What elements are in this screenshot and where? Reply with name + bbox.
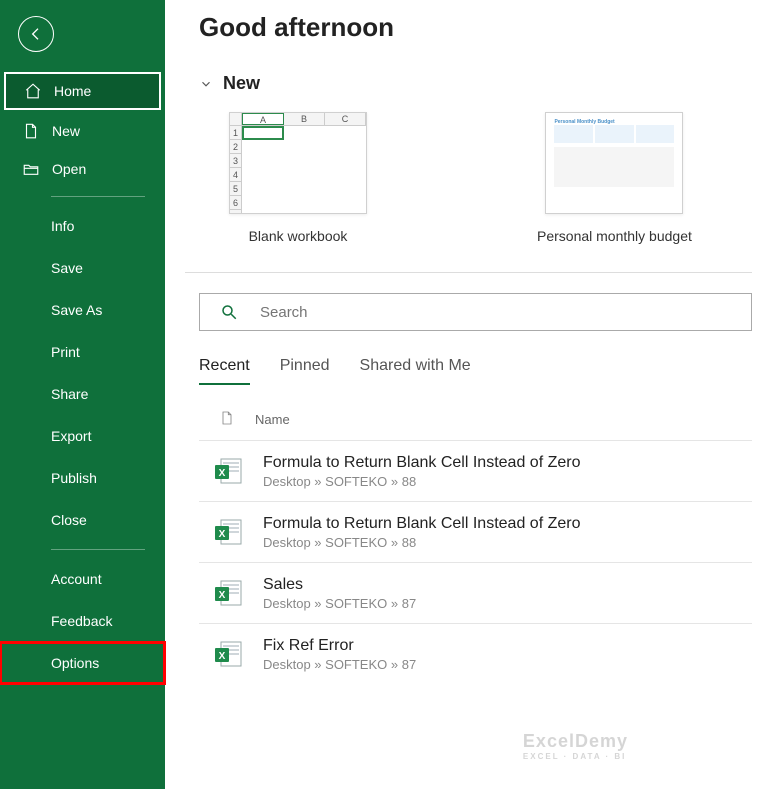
nav-label: New	[52, 123, 80, 139]
tab-shared-with-me[interactable]: Shared with Me	[360, 357, 471, 385]
recent-file-item[interactable]: X Formula to Return Blank Cell Instead o…	[199, 440, 752, 501]
nav-save-as[interactable]: Save As	[0, 289, 165, 331]
file-name: Fix Ref Error	[263, 637, 416, 655]
svg-text:X: X	[219, 529, 226, 540]
excel-file-icon: X	[211, 575, 247, 611]
nav-new[interactable]: New	[0, 112, 165, 150]
section-title: New	[223, 73, 260, 94]
recent-file-list: X Formula to Return Blank Cell Instead o…	[199, 440, 752, 684]
column-name: Name	[255, 412, 290, 427]
folder-open-icon	[22, 160, 40, 178]
search-input[interactable]	[260, 304, 731, 321]
excel-file-icon: X	[211, 636, 247, 672]
template-gallery: ABC 1234567 Blank workbook Personal Mont…	[229, 112, 752, 244]
template-label: Blank workbook	[249, 228, 348, 244]
nav-open[interactable]: Open	[0, 150, 165, 188]
nav-account[interactable]: Account	[0, 558, 165, 600]
document-icon	[219, 409, 235, 430]
section-divider	[185, 272, 752, 273]
file-path: Desktop » SOFTEKO » 87	[263, 596, 416, 611]
backstage-sidebar: Home New Open Info Save Save As Print Sh…	[0, 0, 165, 789]
file-path: Desktop » SOFTEKO » 87	[263, 657, 416, 672]
tab-recent[interactable]: Recent	[199, 357, 250, 385]
new-section-toggle[interactable]: New	[199, 73, 752, 94]
template-blank-workbook[interactable]: ABC 1234567 Blank workbook	[229, 112, 367, 244]
nav-save[interactable]: Save	[0, 247, 165, 289]
file-name: Formula to Return Blank Cell Instead of …	[263, 454, 580, 472]
recent-file-item[interactable]: X Fix Ref Error Desktop » SOFTEKO » 87	[199, 623, 752, 684]
recent-tabs: Recent Pinned Shared with Me	[199, 357, 752, 385]
sidebar-divider	[51, 196, 145, 197]
file-path: Desktop » SOFTEKO » 88	[263, 535, 580, 550]
home-icon	[24, 82, 42, 100]
svg-text:X: X	[219, 468, 226, 479]
nav-close[interactable]: Close	[0, 499, 165, 541]
recent-file-item[interactable]: X Sales Desktop » SOFTEKO » 87	[199, 562, 752, 623]
search-box[interactable]	[199, 293, 752, 331]
template-thumbnail: Personal Monthly Budget	[545, 112, 683, 214]
chevron-down-icon	[199, 77, 213, 91]
nav-print[interactable]: Print	[0, 331, 165, 373]
nav-export[interactable]: Export	[0, 415, 165, 457]
watermark: ExcelDemy EXCEL · DATA · BI	[523, 731, 628, 761]
arrow-left-icon	[28, 26, 44, 42]
template-personal-monthly-budget[interactable]: Personal Monthly Budget Personal monthly…	[537, 112, 692, 244]
template-label: Personal monthly budget	[537, 228, 692, 244]
greeting-title: Good afternoon	[199, 12, 752, 43]
file-name: Sales	[263, 576, 416, 594]
document-icon	[22, 122, 40, 140]
excel-file-icon: X	[211, 514, 247, 550]
nav-options[interactable]: Options	[0, 642, 165, 684]
recent-file-item[interactable]: X Formula to Return Blank Cell Instead o…	[199, 501, 752, 562]
nav-info[interactable]: Info	[0, 205, 165, 247]
file-list-header: Name	[199, 395, 752, 440]
search-icon	[220, 303, 238, 321]
back-button[interactable]	[18, 16, 54, 52]
tab-pinned[interactable]: Pinned	[280, 357, 330, 385]
excel-file-icon: X	[211, 453, 247, 489]
svg-text:X: X	[219, 651, 226, 662]
nav-share[interactable]: Share	[0, 373, 165, 415]
nav-publish[interactable]: Publish	[0, 457, 165, 499]
nav-home[interactable]: Home	[4, 72, 161, 110]
main-content: Good afternoon New ABC 1234567 Blank wor…	[165, 0, 768, 789]
template-thumbnail: ABC 1234567	[229, 112, 367, 214]
svg-text:X: X	[219, 590, 226, 601]
file-name: Formula to Return Blank Cell Instead of …	[263, 515, 580, 533]
nav-label: Home	[54, 83, 91, 99]
sidebar-divider	[51, 549, 145, 550]
file-path: Desktop » SOFTEKO » 88	[263, 474, 580, 489]
nav-feedback[interactable]: Feedback	[0, 600, 165, 642]
nav-label: Open	[52, 161, 86, 177]
